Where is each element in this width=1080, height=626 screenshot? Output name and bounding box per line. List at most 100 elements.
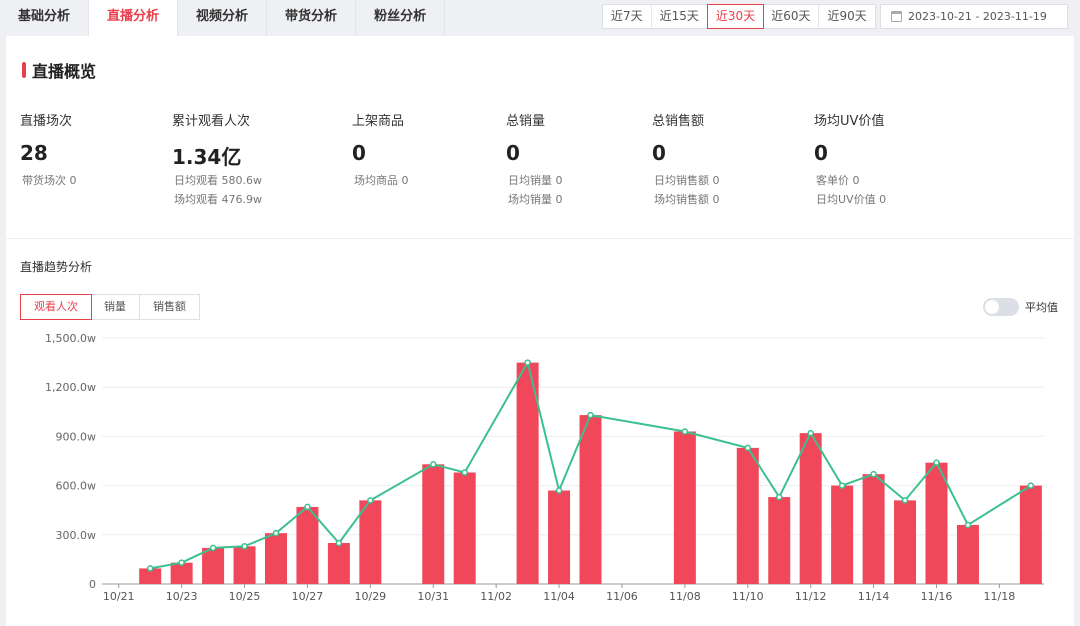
metric-value: 0: [652, 141, 666, 165]
metric-sub-line: 客单价 0: [816, 174, 860, 187]
range-4[interactable]: 近90天: [819, 5, 874, 28]
x-tick-label: 10/29: [354, 590, 386, 603]
live-analysis-panel: 直播概览 直播场次 28 带货场次 0 累计观看人次 1.34亿 日均观看 580.6w 场…: [6, 36, 1074, 626]
tab-1[interactable]: 直播分析: [89, 0, 179, 36]
metric-sub-stats: 带货场次 0: [20, 171, 77, 190]
bar: [548, 490, 571, 584]
range-2[interactable]: 近30天: [706, 4, 765, 29]
analysis-tabs: 基础分析 直播分析 视频分析 带货分析 粉丝分析: [0, 0, 446, 36]
switch-knob: [985, 300, 999, 314]
line-point: [901, 497, 909, 504]
y-tick-label: 0: [89, 578, 96, 591]
average-toggle[interactable]: 平均值: [983, 298, 1058, 316]
metric-sub-line: 带货场次 0: [22, 174, 77, 187]
calendar-icon: [891, 11, 902, 22]
line-point: [209, 544, 217, 552]
average-switch[interactable]: [983, 298, 1019, 316]
live-trend-chart: 0 300.0w 600.0w 900.0w 1,200.0w 1,500.0w 10/21…: [45, 332, 1044, 603]
date-range-presets: 近7天 近15天 近30天 近60天 近90天: [602, 4, 876, 29]
x-tick-label: 11/16: [921, 590, 953, 603]
line-point: [272, 529, 280, 537]
range-3[interactable]: 近60天: [763, 5, 820, 28]
metric-card: 直播场次 28 带货场次 0: [20, 110, 77, 190]
x-tick-label: 10/31: [417, 590, 449, 603]
metric-sub-stats: 客单价 0 日均UV价值 0: [814, 171, 886, 209]
bar: [956, 524, 979, 584]
metric-sub-line: 场均观看 476.9w: [174, 193, 262, 206]
metric-sub-line: 日均观看 580.6w: [174, 174, 262, 187]
bar: [736, 447, 759, 584]
segment-0[interactable]: 观看人次: [20, 294, 92, 320]
x-tick-label: 11/04: [543, 590, 575, 603]
tab-2[interactable]: 视频分析: [178, 0, 268, 36]
tab-4[interactable]: 粉丝分析: [356, 0, 446, 36]
bar: [925, 462, 948, 584]
line-point: [146, 565, 154, 572]
bar: [327, 543, 350, 584]
trend-title: 直播趋势分析: [20, 260, 93, 274]
line-point: [555, 487, 563, 494]
bar: [831, 485, 854, 584]
line-point: [241, 543, 248, 550]
bar: [579, 415, 602, 584]
metric-sub-stats: 日均销量 0 场均销量 0: [506, 171, 563, 209]
line-point: [587, 411, 594, 419]
title-accent-bar: [22, 62, 26, 78]
line-point: [964, 521, 972, 529]
metric-value: 0: [814, 141, 828, 165]
range-0[interactable]: 近7天: [603, 5, 652, 28]
metric-card: 总销量 0 日均销量 0 场均销量 0: [506, 110, 563, 209]
date-range-picker[interactable]: 2023-10-21 - 2023-11-19: [880, 4, 1068, 29]
line-point: [838, 482, 846, 489]
metric-sub-line: 场均销售额 0: [654, 193, 720, 206]
segment-2[interactable]: 销售额: [140, 295, 199, 319]
bar: [453, 472, 476, 584]
line-point: [870, 470, 877, 478]
x-tick-label: 10/23: [166, 590, 198, 603]
bar: [264, 533, 287, 584]
line-point: [178, 559, 185, 566]
segment-1[interactable]: 销量: [91, 295, 140, 319]
top-bar: 基础分析 直播分析 视频分析 带货分析 粉丝分析 近7天 近15天 近30天 近60天 近90天…: [0, 0, 1080, 36]
metric-sub-stats: 日均观看 580.6w 场均观看 476.9w: [172, 171, 262, 209]
metric-card: 总销售额 0 日均销售额 0 场均销售额 0: [652, 110, 720, 209]
line-point: [304, 503, 311, 511]
metric-value: 0: [506, 141, 520, 165]
line-point: [1027, 482, 1035, 489]
tab-3[interactable]: 带货分析: [267, 0, 357, 36]
line-point: [807, 429, 814, 437]
metric-card: 上架商品 0 场均商品 0: [352, 110, 409, 190]
bar: [233, 546, 256, 584]
x-tick-label: 11/06: [606, 590, 638, 603]
line-point: [367, 497, 374, 504]
metric-sub-line: 日均UV价值 0: [816, 193, 887, 206]
tab-0[interactable]: 基础分析: [0, 0, 90, 36]
range-1[interactable]: 近15天: [652, 5, 708, 28]
bar: [799, 433, 822, 584]
metric-label: 直播场次: [20, 114, 73, 129]
bar: [768, 497, 791, 584]
y-tick-label: 900.0w: [56, 430, 97, 443]
x-tick-label: 11/02: [480, 590, 512, 603]
metric-label: 总销量: [506, 114, 546, 129]
metric-value: 0: [352, 141, 366, 165]
x-tick-label: 11/12: [795, 590, 827, 603]
line-point: [430, 461, 437, 468]
y-tick-label: 600.0w: [56, 480, 97, 493]
x-tick-label: 11/08: [669, 590, 701, 603]
x-tick-label: 10/25: [229, 590, 261, 603]
y-tick-label: 1,200.0w: [45, 381, 96, 394]
metric-sub-stats: 日均销售额 0 场均销售额 0: [652, 171, 720, 209]
metric-label: 上架商品: [352, 114, 405, 129]
x-tick-label: 10/21: [103, 590, 135, 603]
bar: [894, 500, 917, 584]
bar: [862, 474, 885, 584]
trend-metric-switcher: 观看人次 销量 销售额: [20, 294, 200, 320]
metric-value: 28: [20, 141, 48, 165]
metric-label: 场均UV价值: [814, 114, 885, 129]
divider: [6, 238, 1074, 239]
line-point: [681, 428, 689, 435]
bar: [1019, 485, 1042, 584]
line-point: [524, 359, 531, 366]
metric-card: 累计观看人次 1.34亿 日均观看 580.6w 场均观看 476.9w: [172, 110, 262, 209]
